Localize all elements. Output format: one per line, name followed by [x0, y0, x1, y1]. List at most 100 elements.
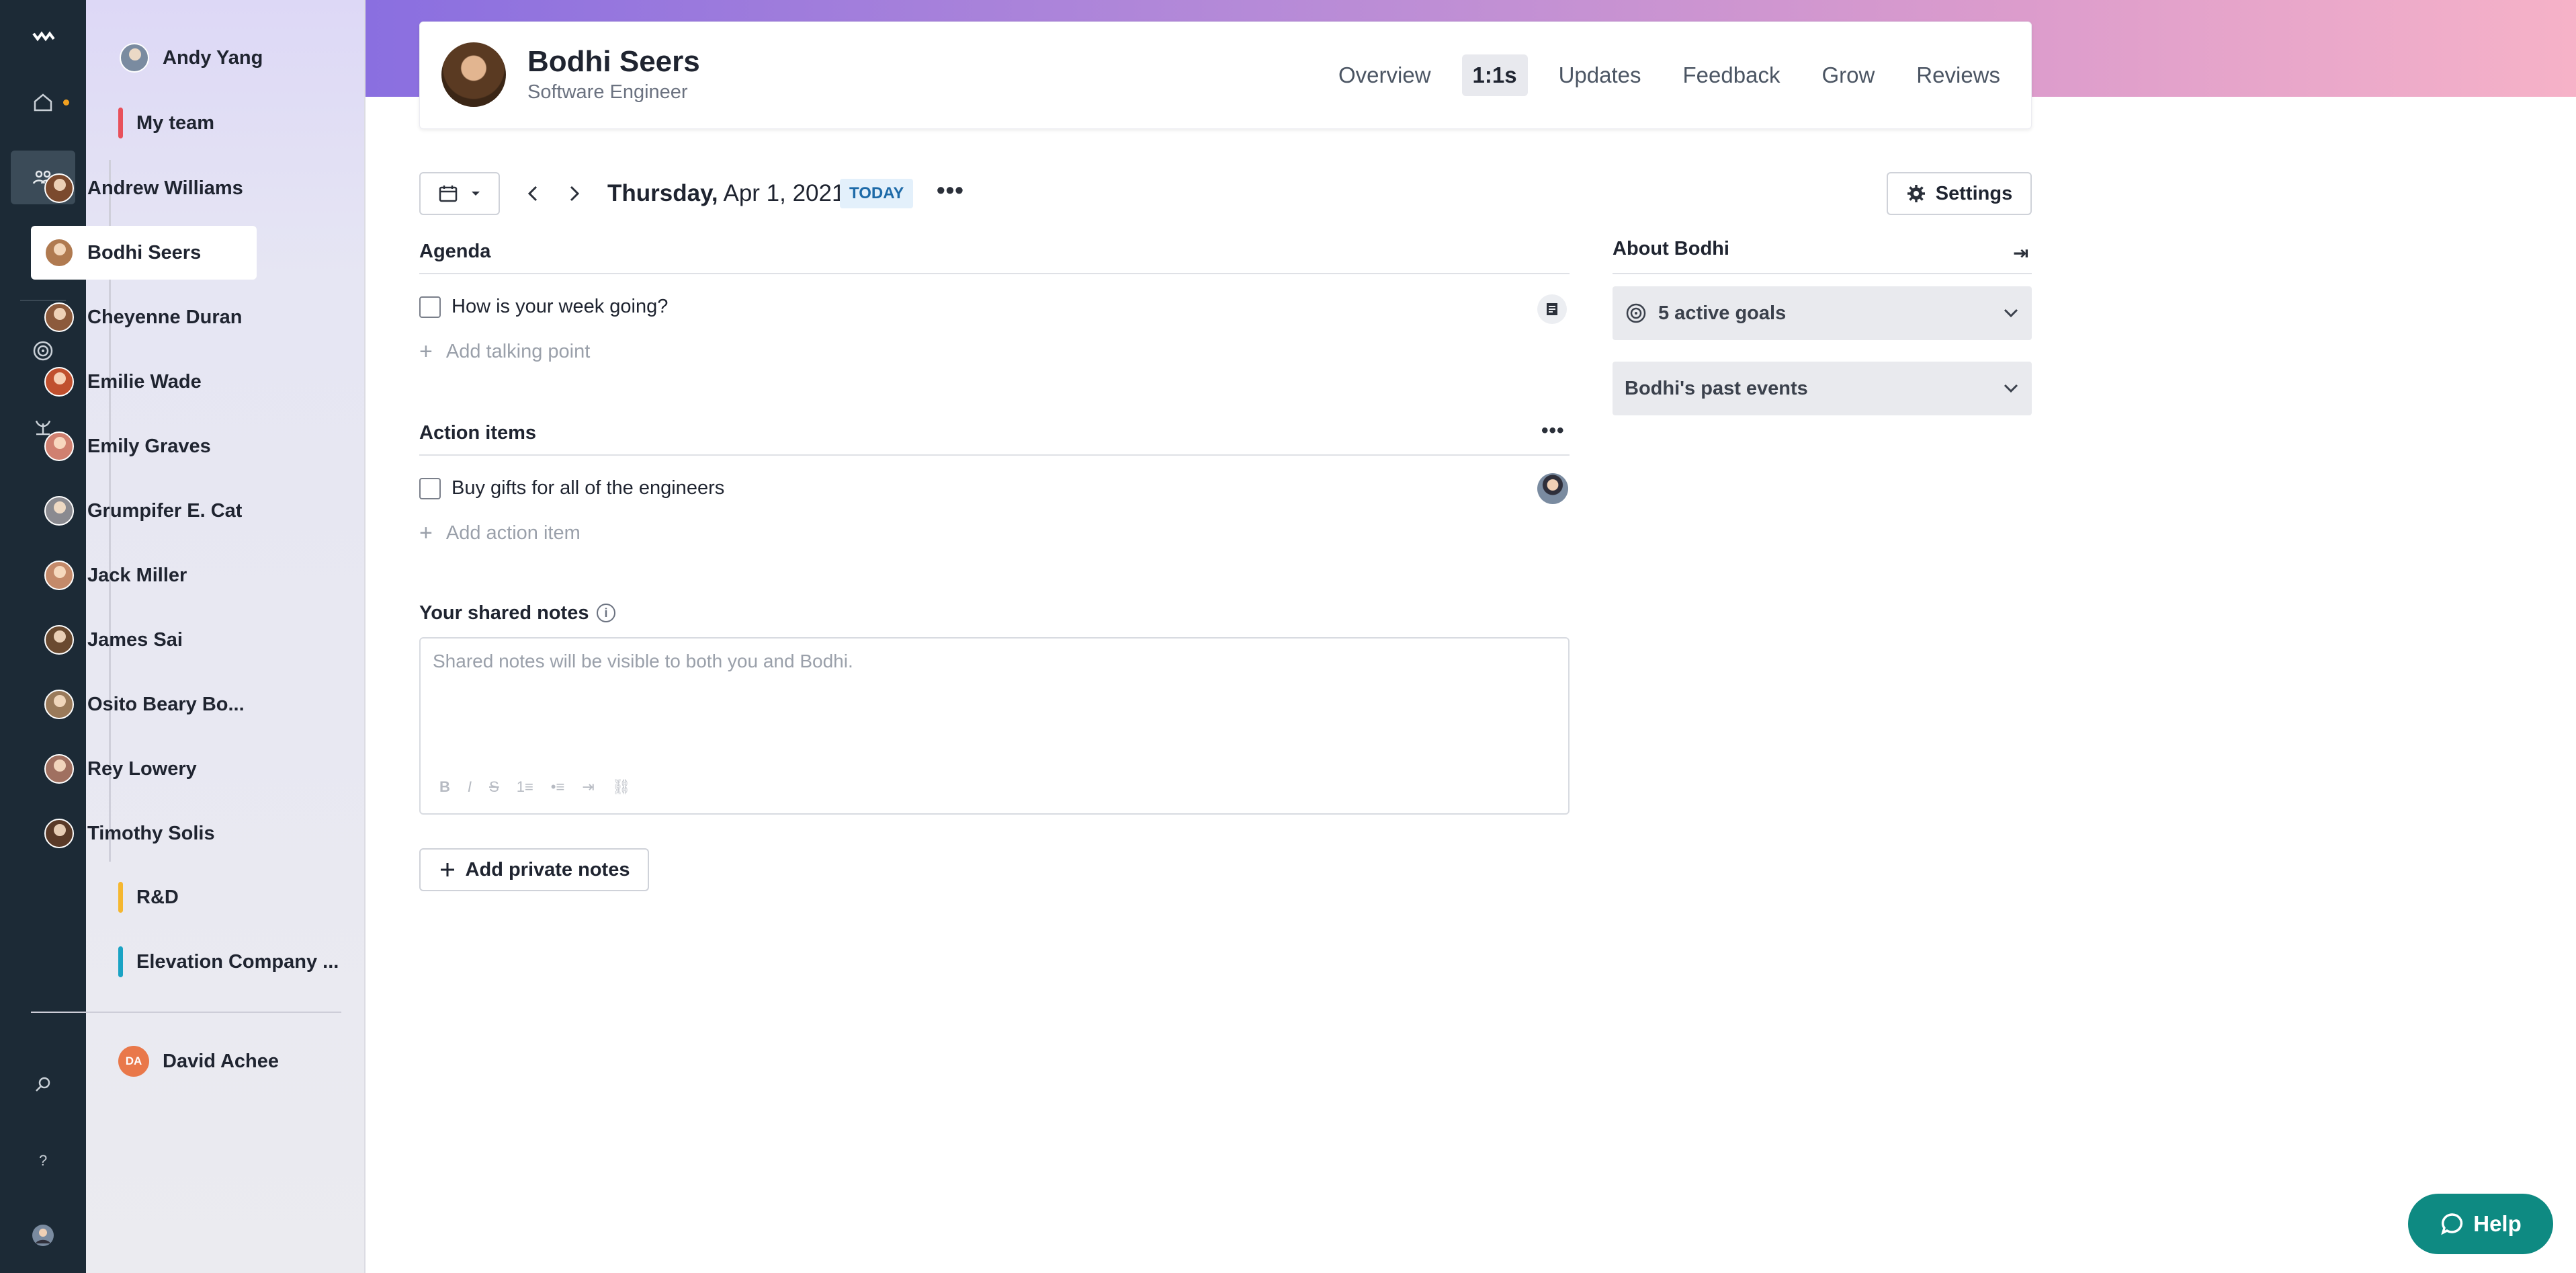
action-item-text[interactable]: Buy gifts for all of the engineers: [452, 477, 724, 499]
avatar: [44, 625, 74, 655]
meeting-day: Apr 1, 2021: [723, 180, 845, 206]
sidebar-member[interactable]: Andrew Williams: [31, 161, 257, 215]
info-icon[interactable]: i: [597, 604, 615, 622]
profile-avatar[interactable]: [11, 1208, 75, 1262]
avatar: [441, 42, 506, 107]
sidebar-member[interactable]: Timothy Solis: [31, 807, 257, 860]
sidebar-member[interactable]: Cheyenne Duran: [31, 290, 257, 344]
avatar: [44, 367, 74, 397]
bold-icon[interactable]: B: [439, 778, 450, 796]
divider: [1613, 273, 2032, 274]
chat-bubble-icon: [2441, 1213, 2463, 1235]
about-heading: About Bodhi: [1613, 238, 1729, 259]
action-items-heading: Action items: [419, 422, 537, 444]
chevron-right-icon: [570, 186, 580, 202]
avatar: [44, 173, 74, 203]
calendar-dropdown-button[interactable]: [419, 172, 500, 215]
profile-tabs: Overview 1:1s Updates Feedback Grow Revi…: [1307, 54, 2011, 96]
ordered-list-icon[interactable]: 1≡: [517, 778, 533, 796]
past-events-dropdown[interactable]: Bodhi's past events: [1613, 362, 2032, 415]
settings-button[interactable]: Settings: [1887, 172, 2032, 215]
document-icon: [1547, 303, 1557, 315]
add-talking-point-label: Add talking point: [445, 341, 591, 362]
notification-dot: [63, 99, 69, 106]
avatar: [44, 496, 74, 526]
active-goals-dropdown[interactable]: 5 active goals: [1613, 286, 2032, 340]
shared-notes-placeholder: Shared notes will be visible to both you…: [433, 651, 853, 671]
today-badge: TODAY: [840, 179, 914, 208]
sidebar-member[interactable]: Jack Miller: [31, 548, 257, 602]
avatar: [44, 238, 74, 268]
action-item: Buy gifts for all of the engineers: [419, 477, 724, 499]
profile-header: Bodhi Seers Software Engineer Overview 1…: [419, 22, 2032, 129]
plus-icon: [440, 863, 454, 876]
plus-icon: +: [419, 339, 433, 364]
tab-one-on-ones[interactable]: 1:1s: [1461, 54, 1528, 96]
link-icon[interactable]: ⛓: [612, 778, 631, 796]
tab-overview[interactable]: Overview: [1328, 54, 1442, 96]
sidebar-item-group[interactable]: Elevation Company ...: [118, 946, 340, 977]
format-toolbar: B I S 1≡ •≡ ⇥ ⛓: [439, 778, 631, 796]
action-item-checkbox[interactable]: [419, 477, 441, 499]
settings-label: Settings: [1935, 182, 2013, 204]
team-color-bar: [118, 882, 123, 913]
avatar: [44, 432, 74, 461]
template-icon[interactable]: [1537, 294, 1567, 324]
chevron-left-icon: [527, 186, 538, 202]
tab-feedback[interactable]: Feedback: [1672, 54, 1791, 96]
plus-icon: +: [419, 520, 433, 546]
divider: [419, 454, 1570, 456]
add-talking-point[interactable]: + Add talking point: [419, 339, 590, 365]
sidebar-other-user[interactable]: DA David Achee: [118, 1046, 279, 1077]
sidebar-member-selected[interactable]: Bodhi Seers: [31, 226, 257, 280]
shared-notes-editor[interactable]: Shared notes will be visible to both you…: [419, 637, 1570, 815]
collapse-panel-icon[interactable]: ⇥: [2013, 242, 2028, 264]
agenda-item: How is your week going?: [419, 296, 668, 318]
add-private-notes-button[interactable]: Add private notes: [419, 848, 649, 891]
agenda-item-text[interactable]: How is your week going?: [452, 296, 668, 318]
sidebar-member[interactable]: Emilie Wade: [31, 355, 257, 409]
assignee-avatar[interactable]: [1537, 473, 1568, 504]
tab-updates[interactable]: Updates: [1548, 54, 1652, 96]
sidebar-member[interactable]: Osito Beary Bo...: [31, 677, 257, 731]
sidebar-member[interactable]: Grumpifer E. Cat: [31, 484, 257, 538]
italic-icon[interactable]: I: [468, 778, 472, 796]
next-date-button[interactable]: [566, 180, 583, 212]
shared-notes-heading: Your shared notes: [419, 602, 589, 624]
previous-date-button[interactable]: [524, 180, 542, 212]
sidebar-item-my-team[interactable]: My team: [118, 108, 214, 138]
lattice-logo-icon[interactable]: [11, 9, 75, 63]
help-question-icon[interactable]: ?: [11, 1133, 75, 1187]
calendar-icon: [439, 186, 458, 202]
meeting-weekday: Thursday,: [607, 180, 718, 206]
action-items-more-icon[interactable]: •••: [1541, 419, 1565, 442]
tab-reviews[interactable]: Reviews: [1905, 54, 2011, 96]
chevron-down-icon: [2002, 378, 2020, 399]
strikethrough-icon[interactable]: S: [489, 778, 499, 796]
avatar: [120, 43, 149, 73]
more-options-icon[interactable]: •••: [937, 176, 964, 204]
help-button[interactable]: Help: [2408, 1194, 2553, 1254]
search-icon[interactable]: [11, 1058, 75, 1112]
team-color-bar: [118, 946, 123, 977]
add-action-item[interactable]: + Add action item: [419, 520, 581, 546]
tab-grow[interactable]: Grow: [1811, 54, 1885, 96]
team-color-bar: [118, 108, 123, 138]
sidebar-member[interactable]: Rey Lowery: [31, 742, 257, 796]
job-title: Software Engineer: [527, 81, 688, 103]
sidebar-member[interactable]: Emily Graves: [31, 419, 257, 473]
agenda-item-checkbox[interactable]: [419, 296, 441, 318]
sidebar-current-user[interactable]: Andy Yang: [120, 43, 263, 73]
svg-text:?: ?: [39, 1152, 47, 1169]
sidebar-divider: [31, 1012, 341, 1013]
agenda-heading: Agenda: [419, 241, 491, 262]
add-private-notes-label: Add private notes: [465, 858, 630, 880]
indent-icon[interactable]: ⇥: [582, 778, 594, 796]
caret-down-icon: [472, 192, 480, 196]
past-events-label: Bodhi's past events: [1625, 377, 1808, 399]
avatar: [44, 561, 74, 590]
sidebar-member[interactable]: James Sai: [31, 613, 257, 667]
bullet-list-icon[interactable]: •≡: [551, 778, 565, 796]
initials-avatar: DA: [118, 1046, 149, 1077]
sidebar-item-group[interactable]: R&D: [118, 882, 179, 913]
